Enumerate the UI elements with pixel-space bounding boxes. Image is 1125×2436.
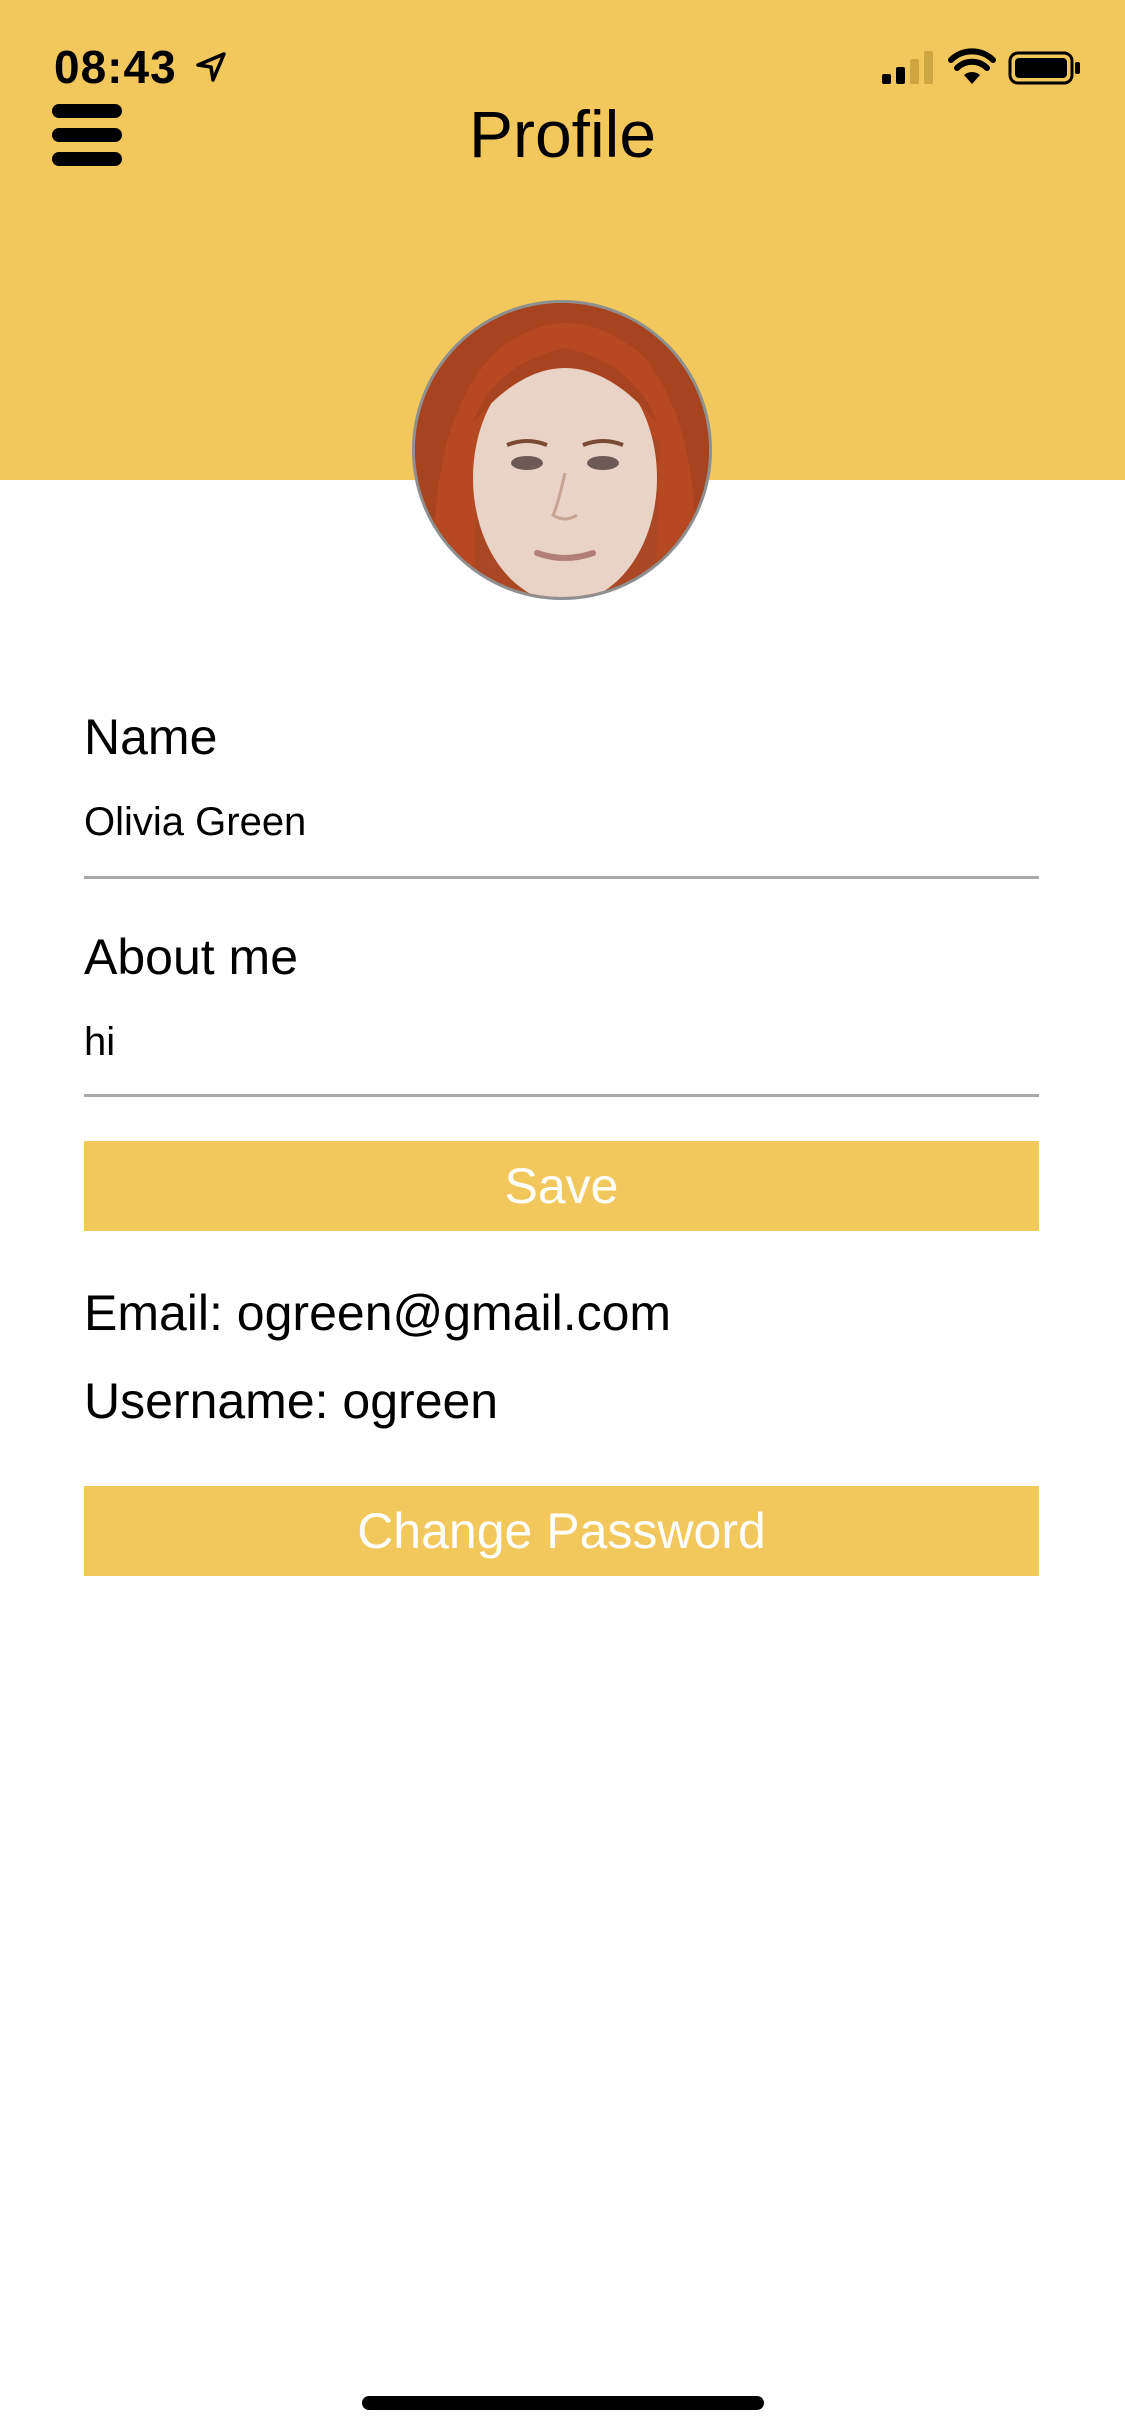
status-time: 08:43 [54,41,177,93]
page-title: Profile [468,97,657,171]
location-arrow-icon [196,52,226,82]
username-text: Username: ogreen [84,1373,499,1429]
change-password-button[interactable]: Change Password [84,1486,1039,1576]
name-input[interactable] [84,800,984,845]
about-label: About me [84,929,299,985]
about-underline [84,1094,1039,1097]
save-button[interactable]: Save [84,1141,1039,1231]
avatar[interactable] [412,300,712,600]
cellular-signal-icon [882,51,933,84]
name-underline [84,876,1039,879]
profile-photo [415,303,709,597]
home-indicator[interactable] [362,2396,764,2410]
wifi-icon [948,48,996,84]
name-label: Name [84,709,218,765]
email-text: Email: ogreen@gmail.com [84,1285,672,1341]
about-input[interactable] [84,1020,984,1065]
battery-icon [1008,51,1080,85]
